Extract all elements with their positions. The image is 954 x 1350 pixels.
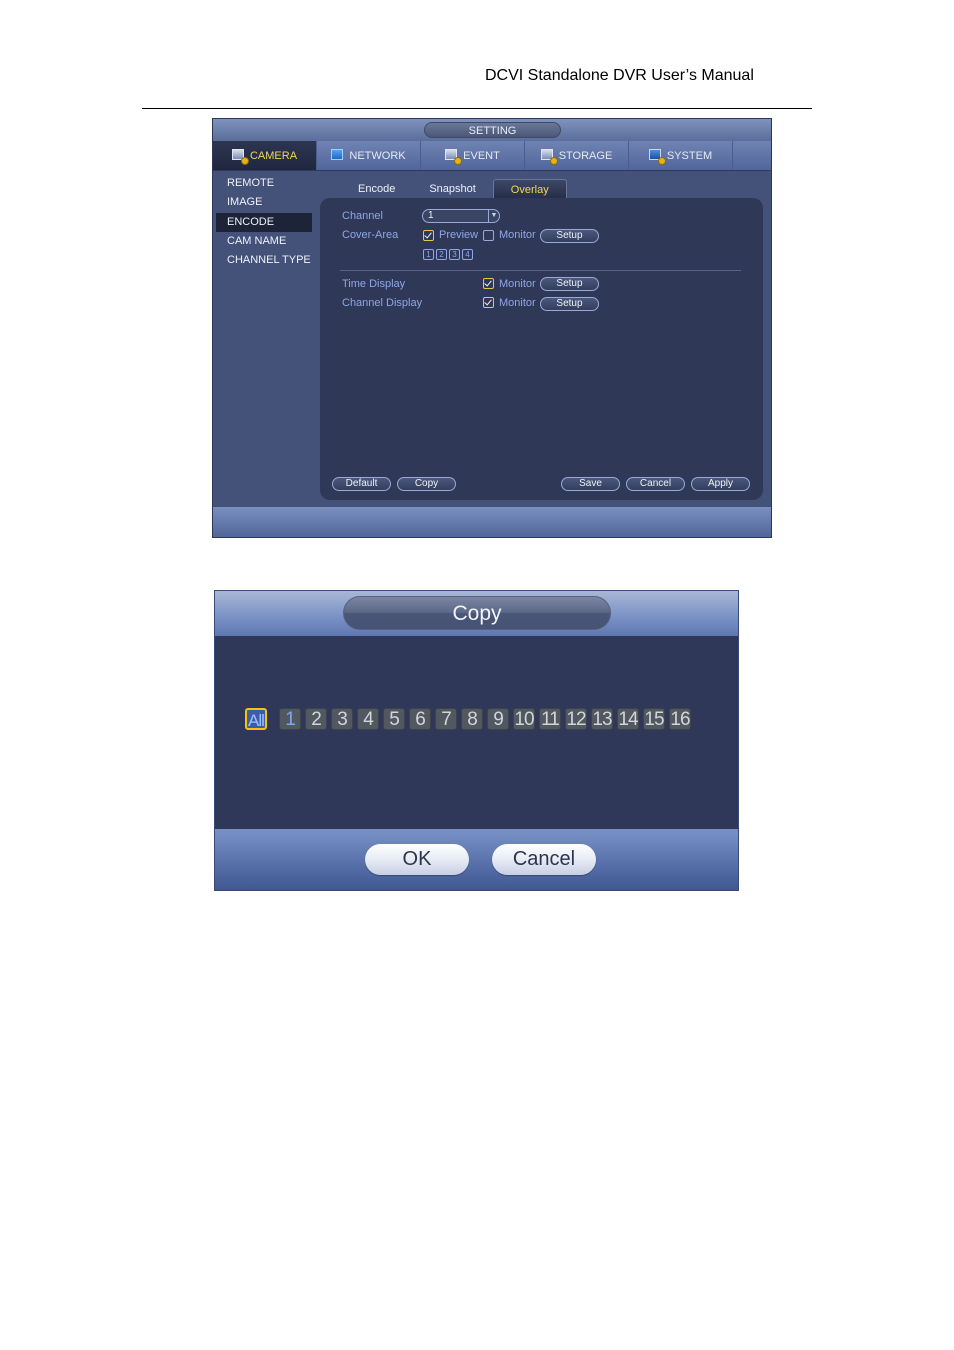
channel-label: Channel bbox=[342, 210, 383, 222]
sidebar-item-channel-type[interactable]: CHANNEL TYPE bbox=[216, 251, 312, 270]
cover-monitor-label: Monitor bbox=[499, 229, 536, 241]
copy-dialog-titlebar: Copy bbox=[215, 591, 738, 636]
camera-gear-icon bbox=[231, 148, 249, 165]
sidebar-item-image[interactable]: IMAGE bbox=[216, 193, 312, 212]
channel-8-checkbox[interactable]: 8 bbox=[461, 708, 483, 730]
storage-gear-icon bbox=[540, 148, 558, 165]
channel-3-checkbox[interactable]: 3 bbox=[331, 708, 353, 730]
top-nav: CAMERA NETWORK EVENT STORAGE SYSTEM bbox=[213, 141, 771, 171]
copy-dialog-footer: OK Cancel bbox=[215, 829, 738, 890]
system-monitor-gear-icon bbox=[648, 148, 666, 165]
region-1-button[interactable]: 1 bbox=[423, 249, 434, 260]
sidebar-item-encode[interactable]: ENCODE bbox=[216, 212, 312, 232]
sidebar: REMOTE IMAGE ENCODE CAM NAME CHANNEL TYP… bbox=[216, 174, 312, 270]
channel-selector: All 1 2 3 4 5 6 7 8 9 10 11 12 13 14 15 16 bbox=[245, 708, 691, 730]
channel-select-value: 1 bbox=[428, 210, 434, 221]
cover-setup-button[interactable]: Setup bbox=[540, 229, 599, 243]
copy-dialog: Copy All 1 2 3 4 5 6 7 8 9 10 11 12 13 14 15 16 OK Canc… bbox=[214, 590, 739, 891]
channel-2-checkbox[interactable]: 2 bbox=[305, 708, 327, 730]
channel-setup-button[interactable]: Setup bbox=[540, 297, 599, 311]
tab-overlay[interactable]: Overlay bbox=[492, 179, 567, 199]
channel-16-checkbox[interactable]: 16 bbox=[669, 708, 691, 730]
region-3-button[interactable]: 3 bbox=[449, 249, 460, 260]
nav-camera-label: CAMERA bbox=[249, 149, 298, 162]
setting-titlebar: SETTING bbox=[213, 119, 771, 141]
nav-storage[interactable]: STORAGE bbox=[525, 141, 629, 170]
nav-network[interactable]: NETWORK bbox=[317, 141, 421, 170]
channel-9-checkbox[interactable]: 9 bbox=[487, 708, 509, 730]
channel-7-checkbox[interactable]: 7 bbox=[435, 708, 457, 730]
event-gear-icon bbox=[445, 148, 463, 165]
section-divider bbox=[340, 270, 741, 271]
copy-dialog-title: Copy bbox=[343, 596, 611, 630]
setting-window: SETTING CAMERA NETWORK EVENT STORAGE SYS… bbox=[212, 118, 772, 538]
chevron-down-icon: ▼ bbox=[488, 210, 499, 222]
cover-monitor-checkbox[interactable] bbox=[483, 230, 494, 241]
channel-1-checkbox[interactable]: 1 bbox=[279, 708, 301, 730]
cancel-button[interactable]: Cancel bbox=[626, 477, 685, 491]
cover-preview-checkbox[interactable] bbox=[423, 230, 434, 241]
tab-snapshot[interactable]: Snapshot bbox=[412, 179, 492, 199]
time-setup-button[interactable]: Setup bbox=[540, 277, 599, 291]
channel-13-checkbox[interactable]: 13 bbox=[591, 708, 613, 730]
channel-monitor-checkbox[interactable] bbox=[483, 297, 494, 308]
tab-encode[interactable]: Encode bbox=[341, 179, 412, 199]
channel-display-label: Channel Display bbox=[342, 297, 423, 309]
channel-6-checkbox[interactable]: 6 bbox=[409, 708, 431, 730]
default-button[interactable]: Default bbox=[332, 477, 391, 491]
apply-button[interactable]: Apply bbox=[691, 477, 750, 491]
sidebar-item-remote[interactable]: REMOTE bbox=[216, 174, 312, 193]
copy-cancel-button[interactable]: Cancel bbox=[492, 844, 596, 875]
nav-network-label: NETWORK bbox=[349, 149, 406, 162]
copy-dialog-body: All 1 2 3 4 5 6 7 8 9 10 11 12 13 14 15 16 bbox=[216, 636, 737, 829]
nav-event-label: EVENT bbox=[463, 149, 500, 162]
channel-5-checkbox[interactable]: 5 bbox=[383, 708, 405, 730]
channel-11-checkbox[interactable]: 11 bbox=[539, 708, 561, 730]
nav-camera[interactable]: CAMERA bbox=[213, 141, 317, 170]
save-button[interactable]: Save bbox=[561, 477, 620, 491]
region-4-button[interactable]: 4 bbox=[462, 249, 473, 260]
region-2-button[interactable]: 2 bbox=[436, 249, 447, 260]
channel-monitor-label: Monitor bbox=[499, 297, 536, 309]
copy-button[interactable]: Copy bbox=[397, 477, 456, 491]
document-header: DCVI Standalone DVR User’s Manual bbox=[485, 67, 754, 84]
header-rule bbox=[142, 108, 812, 109]
time-monitor-checkbox[interactable] bbox=[483, 278, 494, 289]
nav-storage-label: STORAGE bbox=[558, 149, 613, 162]
all-channels-checkbox[interactable]: All bbox=[245, 708, 267, 730]
channel-4-checkbox[interactable]: 4 bbox=[357, 708, 379, 730]
setting-footer bbox=[213, 507, 771, 537]
ok-button[interactable]: OK bbox=[365, 844, 469, 875]
channel-15-checkbox[interactable]: 15 bbox=[643, 708, 665, 730]
overlay-panel: Channel 1 ▼ Cover-Area Preview Monitor S… bbox=[320, 198, 763, 500]
cover-area-label: Cover-Area bbox=[342, 229, 399, 241]
channel-select[interactable]: 1 ▼ bbox=[422, 209, 500, 223]
setting-title: SETTING bbox=[424, 122, 561, 138]
encode-tabs: Encode Snapshot Overlay bbox=[341, 179, 567, 199]
channel-12-checkbox[interactable]: 12 bbox=[565, 708, 587, 730]
nav-system-label: SYSTEM bbox=[666, 149, 713, 162]
channel-10-checkbox[interactable]: 10 bbox=[513, 708, 535, 730]
network-icon bbox=[331, 148, 347, 164]
nav-system[interactable]: SYSTEM bbox=[629, 141, 733, 170]
time-monitor-label: Monitor bbox=[499, 278, 536, 290]
time-display-label: Time Display bbox=[342, 278, 406, 290]
channel-14-checkbox[interactable]: 14 bbox=[617, 708, 639, 730]
nav-event[interactable]: EVENT bbox=[421, 141, 525, 170]
sidebar-item-cam-name[interactable]: CAM NAME bbox=[216, 232, 312, 251]
cover-preview-label: Preview bbox=[439, 229, 479, 241]
